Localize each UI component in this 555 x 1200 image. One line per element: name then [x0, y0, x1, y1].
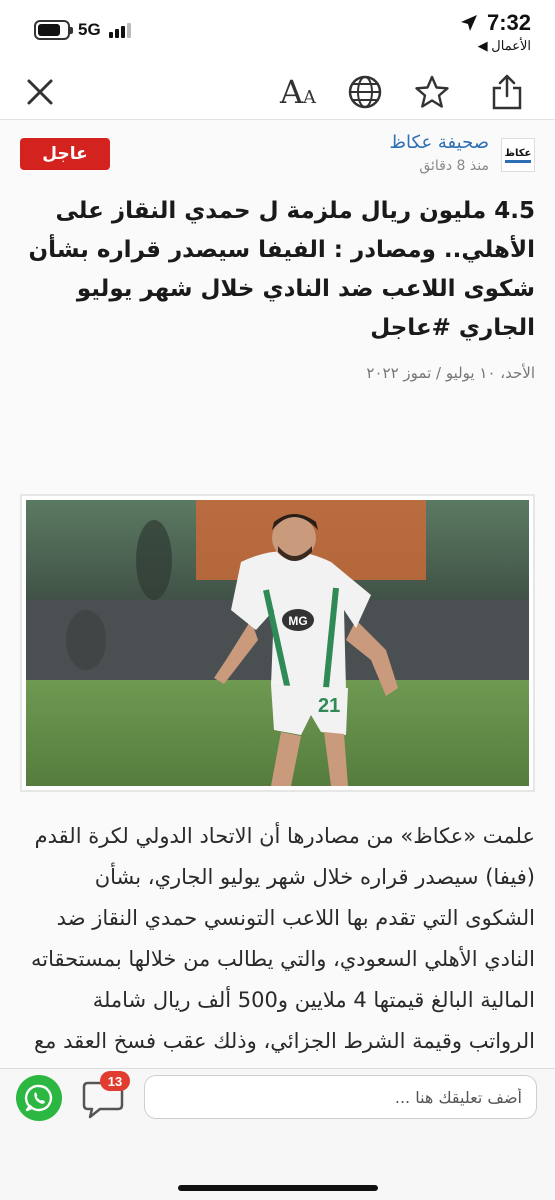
font-size-icon: AA [279, 73, 317, 111]
comment-input[interactable] [144, 1075, 537, 1119]
article-card: عاجل عكاظ صحيفة عكاظ منذ 8 دقائق 4.5 ملي… [0, 120, 555, 1068]
signal-icon [108, 22, 131, 38]
article-date: الأحد، ١٠ يوليو / تموز ٢٠٢٢ [366, 364, 535, 382]
close-icon [27, 79, 53, 105]
back-to-app-link[interactable]: ◀ الأعمال [459, 38, 531, 54]
battery-icon [34, 20, 73, 40]
reader-toolbar: AA [0, 64, 555, 120]
status-left: 5G [34, 20, 131, 40]
status-bar: 5G 7:32 ◀ الأعمال [0, 0, 555, 64]
font-size-button[interactable]: AA [276, 72, 320, 112]
whatsapp-share-button[interactable] [16, 1075, 62, 1121]
status-right: 7:32 ◀ الأعمال [459, 10, 531, 54]
bookmark-button[interactable] [412, 72, 452, 112]
battery-fill [38, 24, 60, 36]
source-logo[interactable]: عكاظ [501, 138, 535, 172]
breaking-badge: عاجل [20, 138, 110, 170]
status-time: 7:32 [486, 10, 531, 35]
source-name[interactable]: صحيفة عكاظ [389, 132, 489, 153]
shirt-sponsor: MG [288, 614, 307, 628]
share-icon [492, 74, 522, 110]
network-type: 5G [78, 20, 101, 39]
football-player-image: MG 21 [26, 500, 529, 786]
article-headline: 4.5 مليون ريال ملزمة ل حمدي النقاز على ا… [28, 198, 535, 341]
location-arrow-icon [460, 15, 477, 31]
bottom-bar: 13 [0, 1068, 555, 1200]
player-photo: MG 21 [26, 500, 529, 786]
star-icon [415, 75, 449, 108]
globe-icon [348, 75, 382, 109]
player-number: 21 [318, 695, 340, 717]
source-logo-text: عكاظ [504, 148, 532, 163]
home-indicator[interactable] [178, 1185, 378, 1191]
article-body: علمت «عكاظ» من مصادرها أن الاتحاد الدولي… [31, 824, 535, 1053]
comments-count-badge: 13 [100, 1071, 130, 1091]
article-photo[interactable]: MG 21 [20, 494, 535, 792]
published-time-ago: منذ 8 دقائق [419, 158, 489, 174]
article-view[interactable]: عاجل عكاظ صحيفة عكاظ منذ 8 دقائق 4.5 ملي… [0, 120, 555, 1068]
language-button[interactable] [345, 72, 385, 112]
whatsapp-icon [24, 1084, 53, 1112]
share-button[interactable] [487, 72, 527, 112]
close-button[interactable] [20, 72, 60, 112]
